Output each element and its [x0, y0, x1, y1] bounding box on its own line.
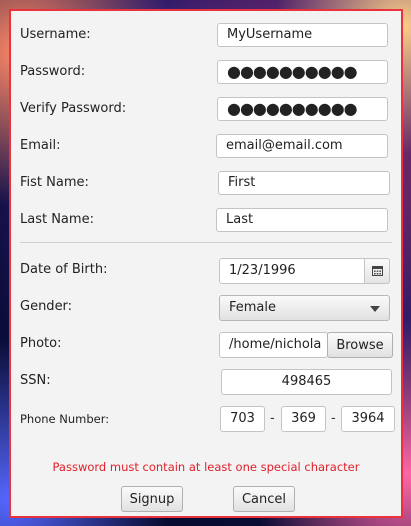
password-row: Password: ●●●●●●●●●● — [11, 60, 401, 86]
first-name-row: Fist Name: First — [11, 171, 401, 197]
phone-row: Phone Number: 703 - 369 - 3964 — [11, 406, 401, 432]
verify-password-row: Verify Password: ●●●●●●●●●● — [11, 97, 401, 123]
ssn-label: SSN: — [20, 373, 51, 388]
error-message: Password must contain at least one speci… — [52, 460, 360, 474]
last-name-row: Last Name: Last — [11, 208, 401, 234]
photo-label: Photo: — [20, 336, 62, 351]
phone-separator-2: - — [331, 411, 336, 426]
email-label: Email: — [20, 138, 61, 153]
email-row: Email: email@email.com — [11, 134, 401, 160]
ssn-field[interactable]: 498465 — [221, 369, 392, 395]
separator — [20, 242, 392, 243]
browse-button[interactable]: Browse — [327, 332, 393, 358]
gender-row: Gender: Female — [11, 295, 401, 321]
phone-separator-1: - — [270, 411, 275, 426]
verify-password-label: Verify Password: — [20, 101, 127, 116]
phone-label: Phone Number: — [20, 412, 110, 426]
username-row: Username: MyUsername — [11, 23, 401, 49]
verify-password-field[interactable]: ●●●●●●●●●● — [217, 97, 388, 121]
dob-label: Date of Birth: — [20, 262, 108, 277]
gender-value: Female — [229, 300, 277, 315]
gender-label: Gender: — [20, 299, 73, 314]
photo-row: Photo: /home/nichola Browse — [11, 332, 401, 358]
chevron-down-icon — [370, 306, 380, 312]
username-label: Username: — [20, 27, 91, 42]
photo-path-field[interactable]: /home/nichola — [219, 332, 328, 358]
cancel-button[interactable]: Cancel — [233, 486, 295, 512]
password-label: Password: — [20, 64, 86, 79]
phone-area-field[interactable]: 703 — [220, 406, 265, 432]
email-field[interactable]: email@email.com — [216, 134, 388, 158]
phone-line-field[interactable]: 3964 — [341, 406, 395, 432]
first-name-label: Fist Name: — [20, 175, 89, 190]
first-name-field[interactable]: First — [218, 171, 390, 195]
last-name-field[interactable]: Last — [216, 208, 388, 232]
gender-select[interactable]: Female — [219, 295, 390, 321]
dob-field[interactable]: 1/23/1996 — [219, 258, 365, 284]
phone-prefix-field[interactable]: 369 — [281, 406, 326, 432]
calendar-icon — [371, 266, 383, 276]
last-name-label: Last Name: — [20, 212, 94, 227]
ssn-row: SSN: 498465 — [11, 369, 401, 395]
date-picker-button[interactable] — [364, 258, 390, 284]
password-field[interactable]: ●●●●●●●●●● — [217, 60, 388, 84]
dob-row: Date of Birth: 1/23/1996 — [11, 258, 401, 284]
signup-button[interactable]: Signup — [121, 486, 183, 512]
username-field[interactable]: MyUsername — [217, 23, 388, 47]
signup-form: Username: MyUsername Password: ●●●●●●●●●… — [9, 9, 403, 518]
